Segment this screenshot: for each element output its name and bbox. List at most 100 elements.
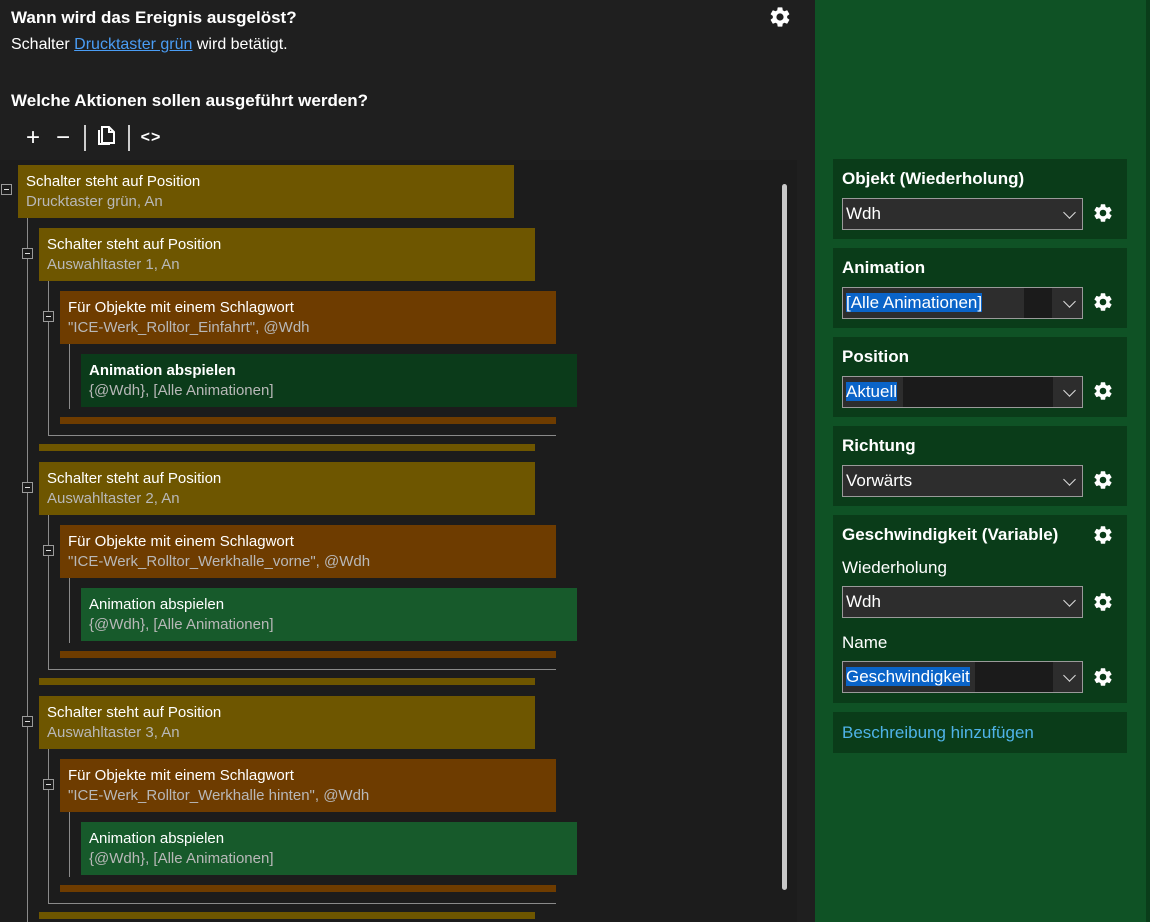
chevron-down-icon bbox=[1063, 384, 1076, 397]
add-description-link[interactable]: Beschreibung hinzufügen bbox=[833, 712, 1127, 753]
condition-block-switch-1[interactable]: Schalter steht auf Position Auswahltaste… bbox=[39, 228, 535, 281]
collapse-toggle-foreach-1[interactable] bbox=[43, 311, 54, 322]
chevron-down-icon bbox=[1063, 206, 1076, 219]
tree-guide-line bbox=[48, 749, 49, 904]
tree-guide-line bbox=[69, 578, 70, 643]
block-subtitle: Auswahltaster 1, An bbox=[47, 256, 180, 273]
collapse-toggle-switch-2[interactable] bbox=[22, 482, 33, 493]
collapse-toggle-foreach-3[interactable] bbox=[43, 779, 54, 790]
block-subtitle: Drucktaster grün, An bbox=[26, 193, 163, 210]
copy-action-button[interactable] bbox=[92, 124, 122, 153]
foreach-block-3[interactable]: Für Objekte mit einem Schlagwort "ICE-We… bbox=[60, 759, 556, 812]
prop-label-objekt: Objekt (Wiederholung) bbox=[842, 169, 1025, 188]
block-title: Für Objekte mit einem Schlagwort bbox=[68, 533, 294, 550]
foreach-block-2[interactable]: Für Objekte mit einem Schlagwort "ICE-We… bbox=[60, 525, 556, 578]
selection-gap bbox=[903, 377, 1053, 407]
animation-select[interactable]: [Alle Animationen] bbox=[842, 287, 1083, 319]
block-subtitle: "ICE-Werk_Rolltor_Werkhalle hinten", @Wd… bbox=[68, 787, 370, 804]
block-title: Animation abspielen bbox=[89, 596, 225, 613]
event-editor: Wann wird das Ereignis ausgelöst? Schalt… bbox=[0, 0, 815, 922]
block-subtitle: {@Wdh}, [Alle Animationen] bbox=[89, 616, 274, 633]
collapse-toggle-switch-1[interactable] bbox=[22, 248, 33, 259]
chevron-down-icon bbox=[1063, 669, 1076, 682]
animation-select-value: [Alle Animationen] bbox=[846, 293, 983, 312]
event-settings-gear-icon[interactable] bbox=[768, 5, 792, 29]
animation-gear-icon[interactable] bbox=[1092, 291, 1114, 313]
geschwindigkeit-gear-icon[interactable] bbox=[1092, 524, 1114, 546]
name-select[interactable]: Geschwindigkeit bbox=[842, 661, 1083, 693]
foreach-block-1[interactable]: Für Objekte mit einem Schlagwort "ICE-We… bbox=[60, 291, 556, 344]
condition-end-bar bbox=[39, 444, 535, 451]
richtung-select-value: Vorwärts bbox=[846, 471, 913, 490]
block-title: Animation abspielen bbox=[89, 830, 225, 847]
prop-card-objekt: Objekt (Wiederholung) Wdh bbox=[833, 159, 1127, 239]
selection-gap bbox=[975, 662, 1053, 692]
panel-edge bbox=[1146, 0, 1150, 922]
name-select-value: Geschwindigkeit bbox=[846, 667, 970, 686]
tree-guide-line bbox=[48, 281, 49, 436]
condition-end-bar bbox=[39, 912, 535, 919]
add-action-button[interactable]: + bbox=[18, 124, 48, 152]
tree-guide-line bbox=[48, 435, 556, 436]
tree-guide-line bbox=[48, 515, 49, 670]
objekt-gear-icon[interactable] bbox=[1092, 202, 1114, 224]
condition-end-bar bbox=[39, 678, 535, 685]
block-title: Schalter steht auf Position bbox=[47, 704, 222, 721]
animation-block-1[interactable]: Animation abspielen {@Wdh}, [Alle Animat… bbox=[81, 354, 577, 407]
prop-label-position: Position bbox=[842, 347, 910, 366]
trigger-suffix: wird betätigt. bbox=[196, 36, 288, 53]
block-title: Schalter steht auf Position bbox=[47, 236, 222, 253]
event-question: Wann wird das Ereignis ausgelöst? bbox=[11, 8, 297, 27]
collapse-toggle-switch-3[interactable] bbox=[22, 716, 33, 727]
actions-question: Welche Aktionen sollen ausgeführt werden… bbox=[11, 91, 369, 110]
animation-block-3[interactable]: Animation abspielen {@Wdh}, [Alle Animat… bbox=[81, 822, 577, 875]
prop-label-geschwindigkeit: Geschwindigkeit (Variable) bbox=[842, 525, 1059, 544]
condition-block-switch-3[interactable]: Schalter steht auf Position Auswahltaste… bbox=[39, 696, 535, 749]
tree-guide-line bbox=[27, 218, 28, 922]
foreach-end-bar bbox=[60, 417, 556, 424]
richtung-select[interactable]: Vorwärts bbox=[842, 465, 1083, 497]
block-subtitle: "ICE-Werk_Rolltor_Einfahrt", @Wdh bbox=[68, 319, 310, 336]
animation-block-2[interactable]: Animation abspielen {@Wdh}, [Alle Animat… bbox=[81, 588, 577, 641]
prop-label-animation: Animation bbox=[842, 258, 926, 277]
tree-scrollbar[interactable] bbox=[782, 184, 787, 890]
prop-card-position: Position Aktuell bbox=[833, 337, 1127, 417]
prop-label-name: Name bbox=[842, 633, 888, 652]
condition-block-root[interactable]: Schalter steht auf Position Drucktaster … bbox=[18, 165, 514, 218]
condition-block-switch-2[interactable]: Schalter steht auf Position Auswahltaste… bbox=[39, 462, 535, 515]
block-title: Für Objekte mit einem Schlagwort bbox=[68, 767, 294, 784]
richtung-gear-icon[interactable] bbox=[1092, 469, 1114, 491]
prop-label-richtung: Richtung bbox=[842, 436, 916, 455]
wiederholung-select-value: Wdh bbox=[846, 592, 881, 611]
trigger-prefix: Schalter bbox=[11, 36, 70, 53]
position-select-value: Aktuell bbox=[846, 382, 898, 401]
chevron-down-icon bbox=[1063, 594, 1076, 607]
position-select[interactable]: Aktuell bbox=[842, 376, 1083, 408]
tree-guide-line bbox=[48, 669, 556, 670]
block-subtitle: Auswahltaster 3, An bbox=[47, 724, 180, 741]
block-title: Animation abspielen bbox=[89, 362, 236, 379]
block-title: Schalter steht auf Position bbox=[26, 173, 201, 190]
prop-card-richtung: Richtung Vorwärts bbox=[833, 426, 1127, 506]
code-view-button[interactable]: <> bbox=[136, 129, 166, 147]
tree-guide-line bbox=[69, 812, 70, 877]
prop-label-wiederholung: Wiederholung bbox=[842, 558, 947, 577]
collapse-toggle-root[interactable] bbox=[1, 184, 12, 195]
block-title: Schalter steht auf Position bbox=[47, 470, 222, 487]
position-gear-icon[interactable] bbox=[1092, 380, 1114, 402]
remove-action-button[interactable]: − bbox=[48, 124, 78, 152]
trigger-link[interactable]: Drucktaster grün bbox=[74, 36, 192, 53]
block-subtitle: {@Wdh}, [Alle Animationen] bbox=[89, 850, 274, 867]
wiederholung-select[interactable]: Wdh bbox=[842, 586, 1083, 618]
trigger-description: Schalter Drucktaster grün wird betätigt. bbox=[11, 36, 288, 54]
chevron-down-icon bbox=[1063, 473, 1076, 486]
toolbar-separator bbox=[128, 125, 130, 151]
foreach-end-bar bbox=[60, 885, 556, 892]
name-gear-icon[interactable] bbox=[1092, 666, 1114, 688]
tree-guide-line bbox=[48, 903, 556, 904]
wiederholung-gear-icon[interactable] bbox=[1092, 591, 1114, 613]
objekt-select[interactable]: Wdh bbox=[842, 198, 1083, 230]
foreach-end-bar bbox=[60, 651, 556, 658]
block-subtitle: {@Wdh}, [Alle Animationen] bbox=[89, 382, 274, 399]
collapse-toggle-foreach-2[interactable] bbox=[43, 545, 54, 556]
